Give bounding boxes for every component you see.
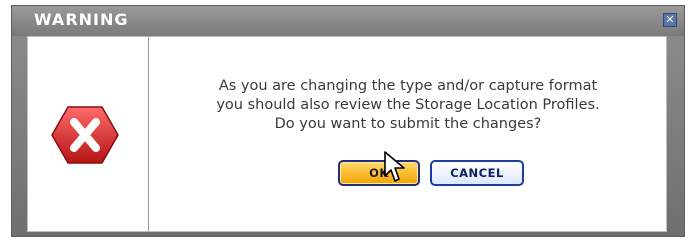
icon-column	[28, 37, 149, 231]
close-icon[interactable]: ✕	[663, 13, 677, 27]
message-line: As you are changing the type and/or capt…	[218, 78, 598, 94]
warning-dialog: WARNING ✕ As you are changing the type a…	[11, 5, 685, 237]
dialog-title: WARNING	[34, 10, 129, 29]
dialog-body: As you are changing the type and/or capt…	[27, 36, 667, 232]
error-icon	[51, 106, 119, 164]
cancel-button[interactable]: CANCEL	[430, 160, 524, 186]
dialog-titlebar[interactable]: WARNING ✕	[12, 6, 684, 36]
message-line: Do you want to submit the changes?	[274, 116, 542, 132]
warning-message: As you are changing the type and/or capt…	[152, 77, 664, 134]
mouse-pointer-icon	[384, 151, 405, 182]
message-line: you should also review the Storage Locat…	[216, 97, 600, 113]
